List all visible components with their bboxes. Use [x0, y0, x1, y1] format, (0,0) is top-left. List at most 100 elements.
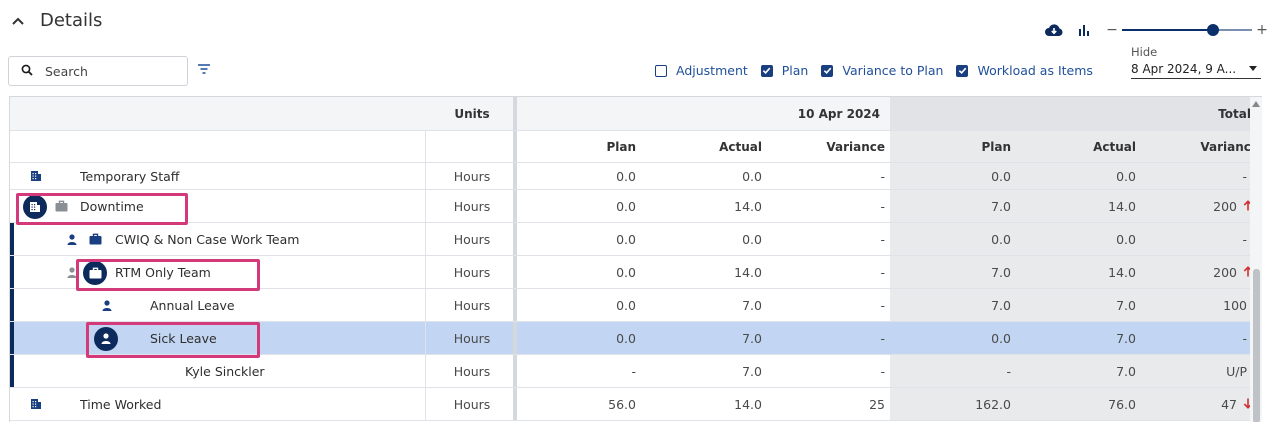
total-variance-value: 100	[1223, 297, 1247, 313]
table-row[interactable]: Annual Leave Hours 0.0 7.0 - 7.0 7.0 100	[10, 289, 1262, 322]
day-actual: 7.0	[742, 330, 762, 346]
table-row[interactable]: CWIQ & Non Case Work Team Hours 0.0 0.0 - 0.0…	[10, 223, 1262, 256]
day-actual: 0.0	[742, 168, 762, 184]
day-variance: -	[880, 297, 885, 313]
top-tools: − +	[1044, 20, 1268, 40]
chevron-down-icon[interactable]	[1249, 66, 1257, 71]
building-icon[interactable]	[30, 163, 42, 189]
row-name[interactable]: Time Worked	[80, 388, 161, 420]
total-plan: 162.0	[975, 396, 1011, 412]
total-actual: 7.0	[1116, 330, 1136, 346]
day-plan: -	[631, 363, 636, 379]
highlight-box	[86, 322, 260, 358]
table-row[interactable]: Downtime Hours 0.0 14.0-7.0 14.0 200	[10, 190, 1262, 225]
table-row[interactable]: Sick Leave Hours 0.0 7.0-0.0 7.0-	[10, 322, 1262, 358]
person-icon[interactable]	[102, 289, 112, 321]
toggle-adjustment[interactable]: Adjustment	[655, 63, 748, 78]
day-actual: 14.0	[734, 396, 762, 412]
scroll-up-icon[interactable]	[1252, 101, 1260, 107]
total-variance-value: -	[1242, 330, 1247, 346]
building-icon[interactable]	[30, 388, 42, 420]
table-row[interactable]: Temporary Staff Hours 0.0 0.0 - 0.0 0.0 -	[10, 163, 1262, 190]
variance-checkbox[interactable]	[821, 64, 834, 77]
day-plan: 0.0	[616, 168, 636, 184]
table-row[interactable]: Kyle Sinckler Hours - 7.0 - - 7.0 U/P	[10, 355, 1262, 388]
total-plan: 0.0	[991, 231, 1011, 247]
filter-icon[interactable]	[196, 63, 212, 77]
workload-checkbox[interactable]	[956, 64, 969, 77]
header-date: 10 Apr 2024	[797, 106, 880, 121]
row-name[interactable]: Kyle Sinckler	[185, 355, 265, 387]
day-variance: -	[880, 198, 885, 214]
total-actual: 14.0	[1108, 198, 1136, 214]
row-name[interactable]: CWIQ & Non Case Work Team	[115, 223, 299, 255]
zoom-thumb[interactable]	[1207, 24, 1219, 36]
scroll-thumb[interactable]	[1253, 269, 1260, 422]
plan-checkbox[interactable]	[760, 64, 773, 77]
zoom-track[interactable]	[1122, 24, 1252, 36]
chevron-up-icon[interactable]	[10, 13, 26, 29]
vertical-scrollbar[interactable]	[1250, 97, 1262, 422]
header-row-columns: Plan Actual Variance Plan Actual Varianc…	[10, 131, 1262, 163]
table-row[interactable]: RTM Only Team Hours 0.0 14.0-7.0 14.0 200	[10, 256, 1262, 291]
hide-label: Hide	[1131, 45, 1158, 59]
day-plan: 0.0	[616, 297, 636, 313]
day-actual: 14.0	[734, 264, 762, 280]
total-actual: 7.0	[1116, 363, 1136, 379]
total-variance: -	[1136, 223, 1262, 255]
search-icon	[21, 64, 33, 79]
day-variance: -	[880, 264, 885, 280]
day-variance: 25	[869, 396, 885, 412]
day-plan: 0.0	[616, 198, 636, 214]
header-variance: Variance	[826, 139, 885, 154]
hide-select[interactable]: Hide 8 Apr 2024, 9 A...	[1131, 45, 1261, 79]
toggle-label: Adjustment	[676, 63, 748, 78]
total-actual: 0.0	[1116, 168, 1136, 184]
row-units: Hours	[453, 168, 491, 184]
toggle-variance-to-plan[interactable]: Variance to Plan	[821, 63, 943, 78]
row-name[interactable]: Temporary Staff	[80, 163, 179, 189]
total-variance-value: -	[1242, 231, 1247, 247]
table-row[interactable]: Time Worked Hours 56.0 14.0 25 162.0 76.0 47	[10, 388, 1262, 421]
details-grid: Units 10 Apr 2024 Total Plan Actual Vari…	[9, 96, 1262, 422]
zoom-slider[interactable]: − +	[1106, 22, 1268, 38]
total-variance: -	[1136, 163, 1262, 189]
zoom-in-icon[interactable]: +	[1256, 22, 1268, 38]
day-variance: -	[880, 330, 885, 346]
row-name[interactable]: Annual Leave	[150, 289, 235, 321]
search-box[interactable]	[8, 56, 188, 86]
row-units: Hours	[453, 297, 491, 313]
search-input[interactable]	[45, 63, 165, 79]
zoom-out-icon[interactable]: −	[1106, 22, 1118, 38]
day-plan: 0.0	[616, 330, 636, 346]
bar-chart-icon[interactable]	[1074, 20, 1094, 40]
person-icon[interactable]	[67, 223, 77, 255]
toggle-label: Workload as Items	[977, 63, 1093, 78]
zoom-fill	[1122, 29, 1213, 31]
adjustment-checkbox[interactable]	[655, 64, 667, 77]
row-units: Hours	[453, 363, 491, 379]
total-actual: 76.0	[1108, 396, 1136, 412]
briefcase-icon[interactable]	[89, 223, 102, 255]
total-actual: 14.0	[1108, 264, 1136, 280]
total-variance-value: 47	[1221, 396, 1237, 412]
cloud-download-icon[interactable]	[1044, 20, 1064, 40]
hide-dropdown[interactable]: 8 Apr 2024, 9 A...	[1131, 59, 1261, 79]
header-plan: Plan	[606, 139, 636, 154]
header-total-plan: Plan	[890, 131, 1011, 162]
toggle-label: Variance to Plan	[842, 63, 944, 78]
toggle-workload-as-items[interactable]: Workload as Items	[956, 63, 1093, 78]
hierarchy-bar	[10, 322, 14, 354]
total-actual: 7.0	[1116, 297, 1136, 313]
header-total-variance: Variance	[1136, 131, 1262, 162]
toggle-label: Plan	[781, 63, 809, 78]
details-header[interactable]: Details	[10, 10, 102, 31]
total-variance-value: -	[1242, 168, 1247, 184]
details-title: Details	[40, 10, 103, 31]
total-variance: 200	[1136, 190, 1262, 222]
toggle-plan[interactable]: Plan	[760, 63, 809, 78]
row-units: Hours	[453, 264, 491, 280]
total-variance-value: 200	[1213, 198, 1237, 214]
day-variance: -	[880, 231, 885, 247]
day-actual: 0.0	[742, 231, 762, 247]
